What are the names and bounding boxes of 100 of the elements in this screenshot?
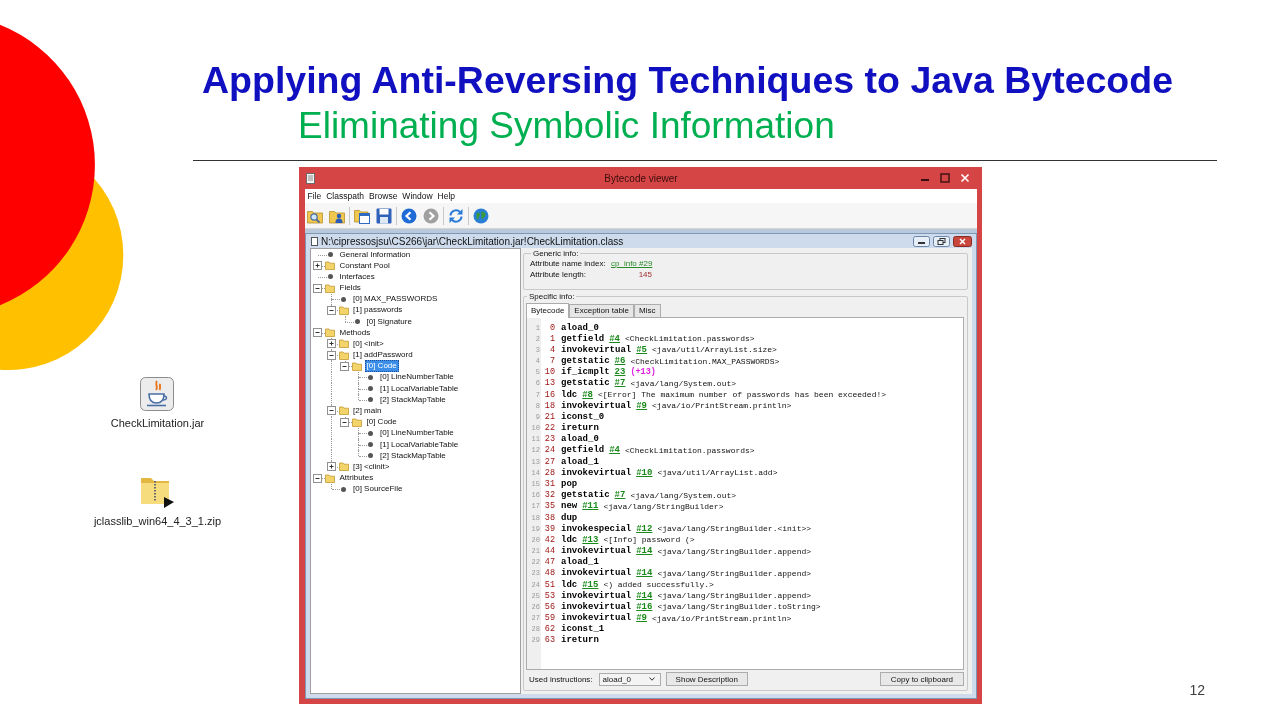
operand-link[interactable]: #16	[636, 601, 653, 612]
tree-item[interactable]: [2] StackMapTable	[378, 393, 448, 406]
operand-link[interactable]: #13	[582, 534, 599, 545]
operand-link[interactable]: #4	[609, 445, 621, 456]
folder-icon	[325, 261, 335, 271]
tree-item[interactable]: Attributes	[337, 472, 376, 485]
minus-box-icon[interactable]	[326, 305, 336, 315]
tree-item[interactable]: [2] StackMapTable	[378, 449, 448, 462]
tab[interactable]: Misc	[634, 304, 661, 317]
operand-link[interactable]: #6	[614, 356, 626, 367]
byte-offset: 59	[543, 613, 555, 624]
byte-offset: 22	[543, 423, 555, 434]
constant-pool-link[interactable]: cp_info #29	[611, 259, 652, 268]
file-name[interactable]: CheckLimitation.jar	[110, 417, 205, 429]
tree-item[interactable]: [0] LineNumberTable	[378, 371, 456, 384]
operand-comment: <[Info] password (>	[603, 535, 695, 545]
bullet-icon	[368, 397, 373, 403]
refresh-icon[interactable]	[448, 207, 464, 224]
byte-offset: 24	[543, 445, 555, 456]
opcode: ldc	[561, 389, 578, 400]
operand-link[interactable]: #9	[636, 400, 648, 411]
java-cup-icon[interactable]	[140, 377, 175, 411]
menu-item[interactable]: Window	[399, 191, 436, 201]
tree-item[interactable]: General Information	[337, 249, 413, 261]
tree-item[interactable]: Fields	[337, 282, 363, 295]
menu-item[interactable]: Browse	[366, 191, 400, 201]
plus-box-icon[interactable]	[326, 462, 336, 472]
tree-item[interactable]: [0] SourceFile	[351, 483, 405, 496]
tab[interactable]: Exception table	[569, 304, 635, 317]
tree-item[interactable]: [1] LocalVariableTable	[378, 382, 461, 395]
bullet-icon	[354, 319, 360, 325]
tree-item[interactable]: [0] Signature	[364, 315, 414, 328]
close-icon[interactable]	[953, 235, 972, 247]
folder-icon	[338, 406, 349, 416]
operand-link[interactable]: #14	[636, 546, 653, 556]
operand-link[interactable]: 23	[614, 367, 626, 378]
minus-box-icon[interactable]	[313, 473, 323, 483]
menu-item[interactable]: File	[305, 191, 324, 201]
action-button[interactable]: Copy to clipboard	[879, 672, 964, 686]
operand-link[interactable]: #14	[636, 568, 653, 579]
operand-link[interactable]: #12	[636, 523, 653, 534]
operand-link[interactable]: #9	[636, 613, 648, 624]
minus-box-icon[interactable]	[313, 328, 323, 338]
plus-box-icon[interactable]	[326, 339, 336, 349]
minus-box-icon[interactable]	[326, 350, 336, 360]
byte-offset: 32	[543, 490, 555, 501]
menu-item[interactable]: Classpath	[323, 191, 367, 201]
bullet-icon	[368, 430, 373, 436]
tree-item[interactable]: [0] LineNumberTable	[378, 427, 456, 440]
restore-icon[interactable]	[933, 235, 950, 247]
menu-item[interactable]: Help	[435, 191, 458, 201]
minimize-icon[interactable]	[913, 235, 930, 247]
byte-offset: 4	[548, 344, 555, 355]
byte-offset: 28	[543, 467, 555, 478]
tree-item[interactable]: Constant Pool	[337, 259, 392, 272]
bullet-icon	[368, 453, 373, 459]
folder-window-icon[interactable]	[354, 207, 370, 224]
file-name[interactable]: jclasslib_win64_4_3_1.zip	[93, 515, 222, 527]
field-label: Used instructions:	[529, 674, 593, 684]
minus-box-icon[interactable]	[313, 283, 323, 293]
save-icon[interactable]	[376, 207, 392, 224]
minus-box-icon[interactable]	[340, 417, 350, 427]
operand-link[interactable]: #10	[636, 467, 653, 478]
plus-box-icon[interactable]	[313, 261, 323, 271]
operand-link[interactable]: #7	[614, 490, 626, 501]
tree-item[interactable]: [2] main	[351, 405, 384, 417]
tree-item[interactable]: [0] <init>	[351, 337, 386, 350]
operand-comment: <java/util/ArrayList.size>	[652, 345, 777, 355]
byte-offset: 39	[543, 523, 555, 534]
operand-link[interactable]: #14	[636, 590, 653, 601]
operand-comment: <java/lang/StringBuilder.toString>	[657, 602, 821, 612]
tree-item[interactable]: [0] Code	[364, 416, 399, 429]
tree-item[interactable]: [1] LocalVariableTable	[378, 438, 461, 451]
tree-item[interactable]: [0] MAX_PASSWORDS	[351, 293, 440, 306]
operand-link[interactable]: #7	[614, 378, 626, 389]
operand-link[interactable]: #15	[582, 579, 599, 590]
action-button[interactable]: Show Description	[665, 672, 748, 686]
folder-icon	[325, 473, 335, 483]
operand-comment: <java/lang/System.out>	[630, 378, 737, 388]
operand-link[interactable]: #5	[636, 344, 648, 355]
instruction-dropdown[interactable]: aload_0	[598, 672, 661, 686]
tree-item[interactable]: [1] addPassword	[351, 349, 415, 362]
folder-icon	[338, 305, 349, 315]
operand-link[interactable]: #8	[582, 389, 593, 400]
byte-offset: 1	[548, 333, 555, 344]
globe-icon[interactable]	[473, 207, 489, 224]
operand-link[interactable]: #4	[609, 333, 621, 344]
operand-link[interactable]: #11	[582, 501, 599, 512]
minus-box-icon[interactable]	[326, 406, 336, 416]
tree-item[interactable]: [3] <clinit>	[351, 460, 392, 473]
byte-offset: 38	[543, 512, 555, 523]
opcode: iconst_1	[561, 624, 605, 635]
tab[interactable]: Bytecode	[526, 303, 570, 318]
minus-box-icon[interactable]	[340, 361, 350, 371]
tree-item[interactable]: Methods	[337, 326, 373, 339]
tree-item[interactable]: [1] passwords	[351, 304, 405, 317]
bullet-icon	[341, 486, 346, 492]
tree-item[interactable]: Interfaces	[337, 270, 377, 283]
byte-offset: 51	[543, 579, 555, 590]
maximize-icon[interactable]	[940, 173, 950, 183]
